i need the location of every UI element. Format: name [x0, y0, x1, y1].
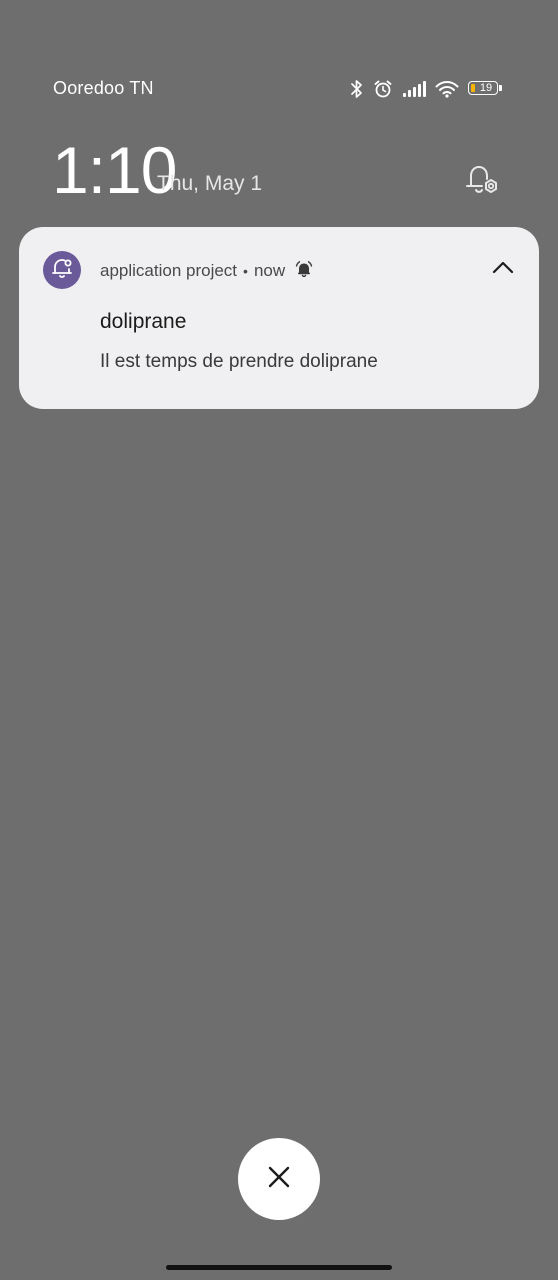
notification-header: application project • now [100, 260, 313, 282]
collapse-button[interactable] [487, 253, 519, 285]
signal-bars-icon [402, 81, 426, 97]
status-bar: Ooredoo TN 19 [0, 70, 558, 108]
dismiss-button[interactable] [238, 1138, 320, 1220]
home-indicator[interactable] [166, 1265, 392, 1270]
clock-time: 1:10 [52, 133, 177, 207]
reminder-bell-icon [50, 256, 74, 285]
close-icon [267, 1165, 291, 1194]
header-separator: • [243, 263, 248, 279]
notification-settings-button[interactable] [462, 160, 502, 200]
app-icon [43, 251, 81, 289]
alarm-clock-icon [373, 79, 393, 99]
battery-icon: 19 [468, 81, 502, 97]
notification-app-name: application project [100, 261, 238, 280]
notification-timestamp: now [253, 261, 286, 280]
alarm-bell-icon [295, 260, 313, 283]
lockscreen-clock-row: 1:10 Thu, May 1 [0, 132, 558, 212]
carrier-name: Ooredoo TN [53, 78, 154, 98]
status-icons: 19 [350, 76, 502, 102]
wifi-icon [435, 80, 459, 98]
battery-level: 19 [479, 82, 493, 94]
notification-body: Il est temps de prendre doliprane [100, 351, 378, 372]
clock-date: Thu, May 1 [157, 172, 263, 195]
notification-card[interactable]: application project • now doliprane Il e… [19, 227, 539, 409]
bluetooth-icon [350, 79, 364, 99]
chevron-up-icon [491, 259, 515, 280]
notification-title: doliprane [100, 310, 187, 333]
bell-settings-icon [462, 165, 502, 204]
